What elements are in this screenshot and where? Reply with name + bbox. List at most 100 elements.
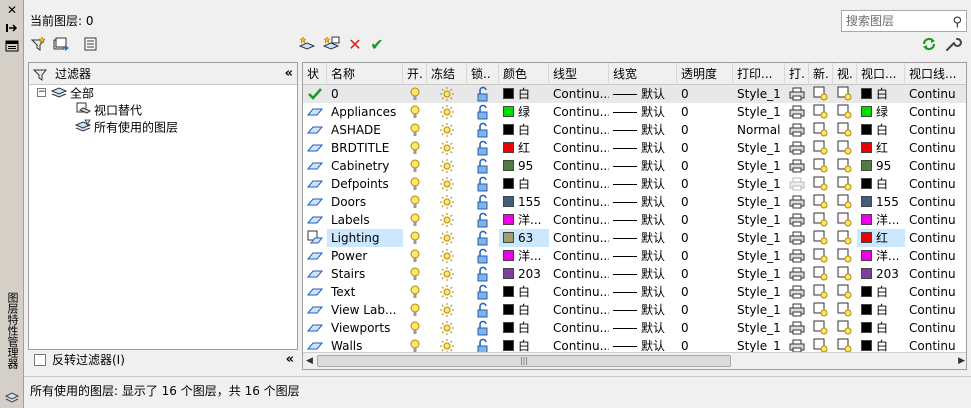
vp-color[interactable]: 白	[857, 301, 905, 319]
unlock-icon[interactable]	[475, 104, 491, 120]
layer-color[interactable]: 红	[499, 139, 549, 157]
layer-lineweight[interactable]: 默认	[609, 247, 677, 265]
vp-freeze-icon[interactable]	[837, 212, 853, 228]
layer-linetype[interactable]: Continu...	[549, 157, 609, 175]
vp-linetype[interactable]: Continu	[905, 265, 966, 283]
layer-lineweight[interactable]: 默认	[609, 121, 677, 139]
layer-linetype[interactable]: Continu...	[549, 319, 609, 337]
unlock-icon[interactable]	[475, 122, 491, 138]
close-icon[interactable]: ✕	[4, 3, 20, 17]
plot-printer-icon[interactable]	[789, 284, 805, 300]
scroll-thumb[interactable]: |||	[317, 355, 731, 367]
vp-linetype[interactable]: Continu	[905, 301, 966, 319]
unlock-icon[interactable]	[475, 230, 491, 246]
vp-freeze-icon[interactable]	[837, 176, 853, 192]
layer-status-icon[interactable]	[307, 140, 323, 156]
vp-color[interactable]: 白	[857, 175, 905, 193]
layer-color[interactable]: 95	[499, 157, 549, 175]
layer-plot-style[interactable]: Style_1	[733, 301, 785, 319]
thaw-sun-icon[interactable]	[439, 86, 455, 102]
layer-linetype[interactable]: Continu...	[549, 301, 609, 319]
vp-linetype[interactable]: Continu	[905, 319, 966, 337]
layer-plot-style[interactable]: Style_1	[733, 193, 785, 211]
properties-menu-icon[interactable]	[4, 40, 20, 54]
vp-freeze-icon[interactable]	[837, 284, 853, 300]
new-vp-freeze-icon[interactable]	[813, 194, 829, 210]
layer-linetype[interactable]: Continu...	[549, 265, 609, 283]
layer-status-icon[interactable]	[307, 158, 323, 174]
scroll-right-icon[interactable]: ▶	[958, 356, 965, 366]
tree-node-viewport-overrides[interactable]: 视口替代	[75, 102, 142, 118]
layer-name[interactable]: Doors	[327, 193, 403, 211]
collapse-filter-icon[interactable]: «	[285, 63, 293, 85]
layer-lineweight[interactable]: 默认	[609, 301, 677, 319]
no-plot-printer-icon[interactable]	[789, 176, 805, 192]
column-header-plot[interactable]: 打.	[785, 63, 809, 85]
layer-color[interactable]: 63	[499, 229, 549, 247]
layer-name[interactable]: Text	[327, 283, 403, 301]
layer-name[interactable]: Lighting	[327, 229, 403, 247]
vp-linetype[interactable]: Continu	[905, 103, 966, 121]
vp-color[interactable]: 白	[857, 319, 905, 337]
plot-printer-icon[interactable]	[789, 248, 805, 264]
on-bulb-icon[interactable]	[407, 122, 423, 138]
layer-status-icon[interactable]	[307, 212, 323, 228]
vp-linetype[interactable]: Continu	[905, 157, 966, 175]
column-header-vp-color[interactable]: 视口...	[857, 63, 905, 85]
thaw-sun-icon[interactable]	[439, 122, 455, 138]
table-row[interactable]: BRDTITLE 红 Continu... 默认 0 Style_1 红 Continu	[303, 139, 966, 157]
vp-freeze-icon[interactable]	[837, 266, 853, 282]
column-header-linetype[interactable]: 线型	[549, 63, 609, 85]
vp-color[interactable]: 洋...	[857, 211, 905, 229]
on-bulb-icon[interactable]	[407, 248, 423, 264]
unlock-icon[interactable]	[475, 86, 491, 102]
table-row[interactable]: Lighting 63 Continu... 默认 0 Style_1 红 Continu	[303, 229, 966, 247]
plot-printer-icon[interactable]	[789, 266, 805, 282]
layer-plot-style[interactable]: Normal	[733, 121, 785, 139]
layer-transparency[interactable]: 0	[677, 121, 733, 139]
layer-color[interactable]: 白	[499, 85, 549, 103]
layer-color[interactable]: 155	[499, 193, 549, 211]
layer-lineweight[interactable]: 默认	[609, 175, 677, 193]
layer-plot-style[interactable]: Style_1	[733, 211, 785, 229]
layer-transparency[interactable]: 0	[677, 229, 733, 247]
column-header-plot-style[interactable]: 打印...	[733, 63, 785, 85]
layer-transparency[interactable]: 0	[677, 103, 733, 121]
horizontal-scrollbar[interactable]: ◀ ||| ▶	[303, 352, 966, 369]
layer-lineweight[interactable]: 默认	[609, 193, 677, 211]
on-bulb-icon[interactable]	[407, 158, 423, 174]
layer-linetype[interactable]: Continu...	[549, 103, 609, 121]
layer-lineweight[interactable]: 默认	[609, 229, 677, 247]
layer-transparency[interactable]: 0	[677, 157, 733, 175]
vp-freeze-icon[interactable]	[837, 194, 853, 210]
plot-printer-icon[interactable]	[789, 122, 805, 138]
new-vp-freeze-icon[interactable]	[813, 302, 829, 318]
refresh-icon[interactable]	[920, 36, 938, 54]
thaw-sun-icon[interactable]	[439, 158, 455, 174]
plot-printer-icon[interactable]	[789, 230, 805, 246]
layer-plot-style[interactable]: Style_1	[733, 319, 785, 337]
layer-linetype[interactable]: Continu...	[549, 247, 609, 265]
layer-plot-style[interactable]: Style_1	[733, 175, 785, 193]
layer-linetype[interactable]: Continu...	[549, 229, 609, 247]
thaw-sun-icon[interactable]	[439, 266, 455, 282]
selected-layer-icon[interactable]	[307, 230, 323, 246]
new-vp-freeze-icon[interactable]	[813, 230, 829, 246]
layer-lineweight[interactable]: 默认	[609, 319, 677, 337]
layer-color[interactable]: 白	[499, 121, 549, 139]
invert-filter-checkbox[interactable]: 反转过滤器(I) «	[28, 350, 298, 370]
thaw-sun-icon[interactable]	[439, 194, 455, 210]
layer-status-icon[interactable]	[307, 248, 323, 264]
on-bulb-icon[interactable]	[407, 212, 423, 228]
layer-color[interactable]: 白	[499, 175, 549, 193]
layer-name[interactable]: Defpoints	[327, 175, 403, 193]
new-vp-freeze-icon[interactable]	[813, 284, 829, 300]
on-bulb-icon[interactable]	[407, 140, 423, 156]
plot-printer-icon[interactable]	[789, 140, 805, 156]
layer-name[interactable]: Cabinetry	[327, 157, 403, 175]
layer-transparency[interactable]: 0	[677, 283, 733, 301]
vp-color[interactable]: 203	[857, 265, 905, 283]
column-header-new-vp-freeze[interactable]: 新.	[809, 63, 833, 85]
layer-lineweight[interactable]: 默认	[609, 265, 677, 283]
layer-linetype[interactable]: Continu...	[549, 211, 609, 229]
